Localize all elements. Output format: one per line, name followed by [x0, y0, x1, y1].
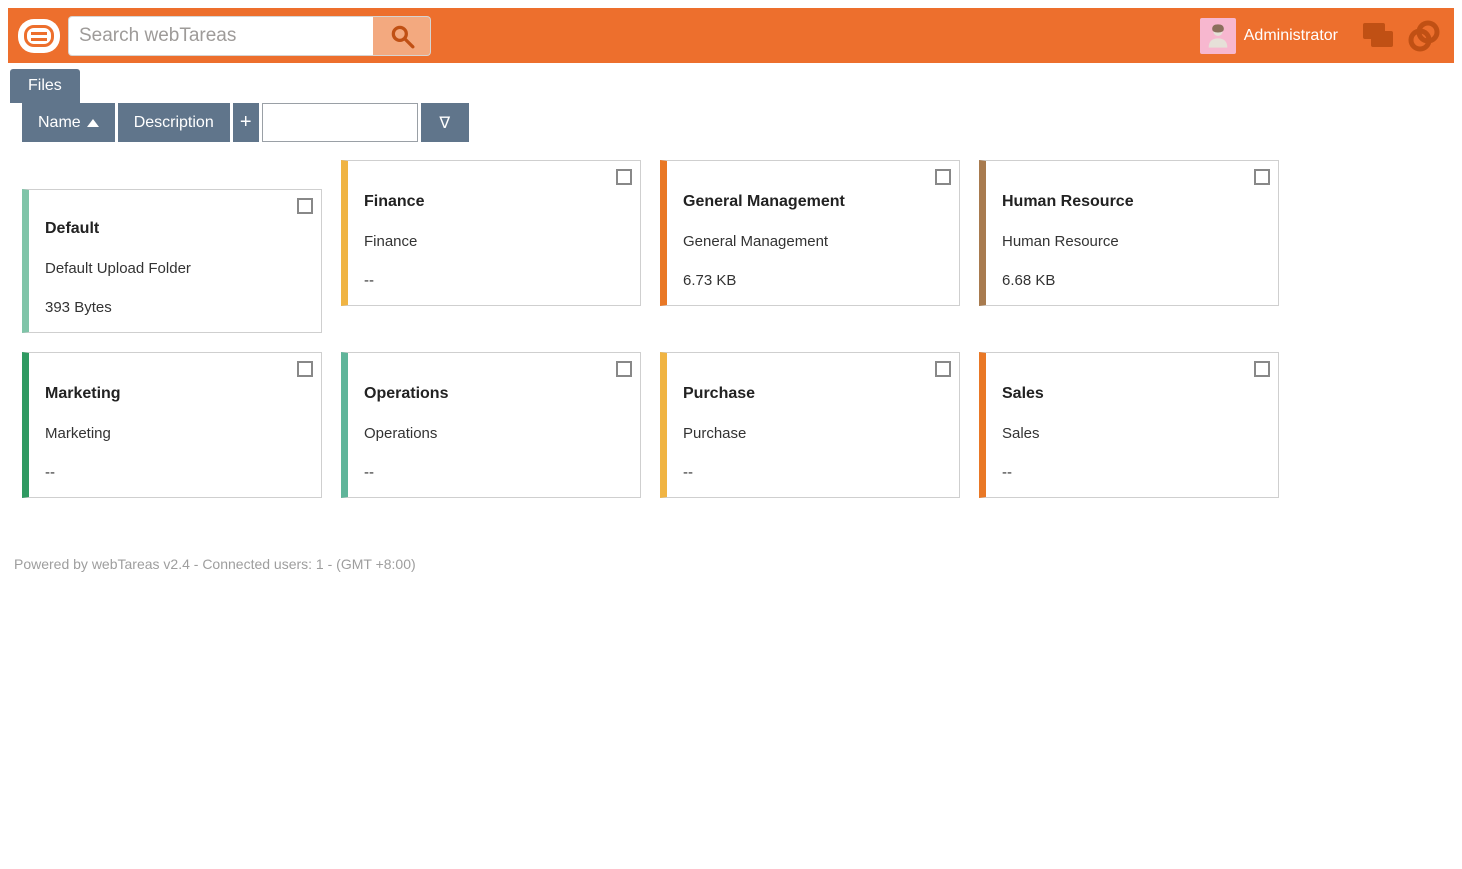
select-checkbox[interactable]: [297, 198, 313, 214]
forum-button[interactable]: [1358, 16, 1398, 56]
card-title: Finance: [364, 193, 624, 211]
card-description: Marketing: [45, 425, 305, 442]
sort-description-button[interactable]: Description: [118, 103, 230, 142]
card-description: Default Upload Folder: [45, 260, 305, 277]
cards-container: Default Default Upload Folder 393 Bytes Fin…: [0, 142, 1462, 516]
link-icon: [1406, 18, 1442, 54]
folder-card[interactable]: Marketing Marketing --: [22, 352, 322, 498]
avatar-icon: [1204, 22, 1232, 50]
filter-button[interactable]: ∇: [421, 103, 469, 142]
search-wrap: [68, 16, 431, 56]
toolbar: Name Description + ∇: [0, 103, 1462, 142]
card-title: Default: [45, 220, 305, 238]
search-input[interactable]: [68, 16, 373, 56]
card-size: --: [364, 464, 624, 481]
select-checkbox[interactable]: [1254, 169, 1270, 185]
folder-card[interactable]: General Management General Management 6.73…: [660, 160, 960, 306]
select-checkbox[interactable]: [935, 169, 951, 185]
folder-card[interactable]: Human Resource Human Resource 6.68 KB: [979, 160, 1279, 306]
card-title: Operations: [364, 385, 624, 403]
add-button[interactable]: +: [233, 103, 259, 142]
card-description: Purchase: [683, 425, 943, 442]
select-checkbox[interactable]: [297, 361, 313, 377]
card-size: --: [364, 272, 624, 289]
card-title: Marketing: [45, 385, 305, 403]
folder-card[interactable]: Purchase Purchase --: [660, 352, 960, 498]
logo-icon: [24, 25, 54, 47]
card-description: Operations: [364, 425, 624, 442]
tab-files[interactable]: Files: [10, 69, 80, 103]
link-button[interactable]: [1404, 16, 1444, 56]
user-name: Administrator: [1244, 27, 1338, 45]
app-logo[interactable]: [18, 19, 60, 53]
card-title: Sales: [1002, 385, 1262, 403]
card-size: 6.73 KB: [683, 272, 943, 289]
sort-asc-icon: [87, 119, 99, 127]
sort-name-button[interactable]: Name: [22, 103, 115, 142]
select-checkbox[interactable]: [616, 169, 632, 185]
forum-icon: [1361, 21, 1395, 51]
card-description: Sales: [1002, 425, 1262, 442]
app-header: Administrator: [8, 8, 1454, 63]
card-title: General Management: [683, 193, 943, 211]
select-checkbox[interactable]: [616, 361, 632, 377]
search-icon: [389, 23, 415, 49]
card-description: Human Resource: [1002, 233, 1262, 250]
sort-name-label: Name: [38, 114, 81, 132]
card-title: Purchase: [683, 385, 943, 403]
select-checkbox[interactable]: [1254, 361, 1270, 377]
footer-text: Powered by webTareas v2.4 - Connected us…: [0, 516, 1462, 572]
folder-card[interactable]: Default Default Upload Folder 393 Bytes: [22, 189, 322, 333]
card-title: Human Resource: [1002, 193, 1262, 211]
avatar[interactable]: [1200, 18, 1236, 54]
card-size: 393 Bytes: [45, 299, 305, 316]
card-size: --: [683, 464, 943, 481]
folder-card[interactable]: Finance Finance --: [341, 160, 641, 306]
tabs-row: Files: [0, 63, 1462, 103]
card-description: Finance: [364, 233, 624, 250]
card-description: General Management: [683, 233, 943, 250]
card-size: 6.68 KB: [1002, 272, 1262, 289]
filter-input[interactable]: [262, 103, 418, 142]
card-size: --: [1002, 464, 1262, 481]
search-button[interactable]: [373, 16, 431, 56]
folder-card[interactable]: Operations Operations --: [341, 352, 641, 498]
card-size: --: [45, 464, 305, 481]
select-checkbox[interactable]: [935, 361, 951, 377]
folder-card[interactable]: Sales Sales --: [979, 352, 1279, 498]
